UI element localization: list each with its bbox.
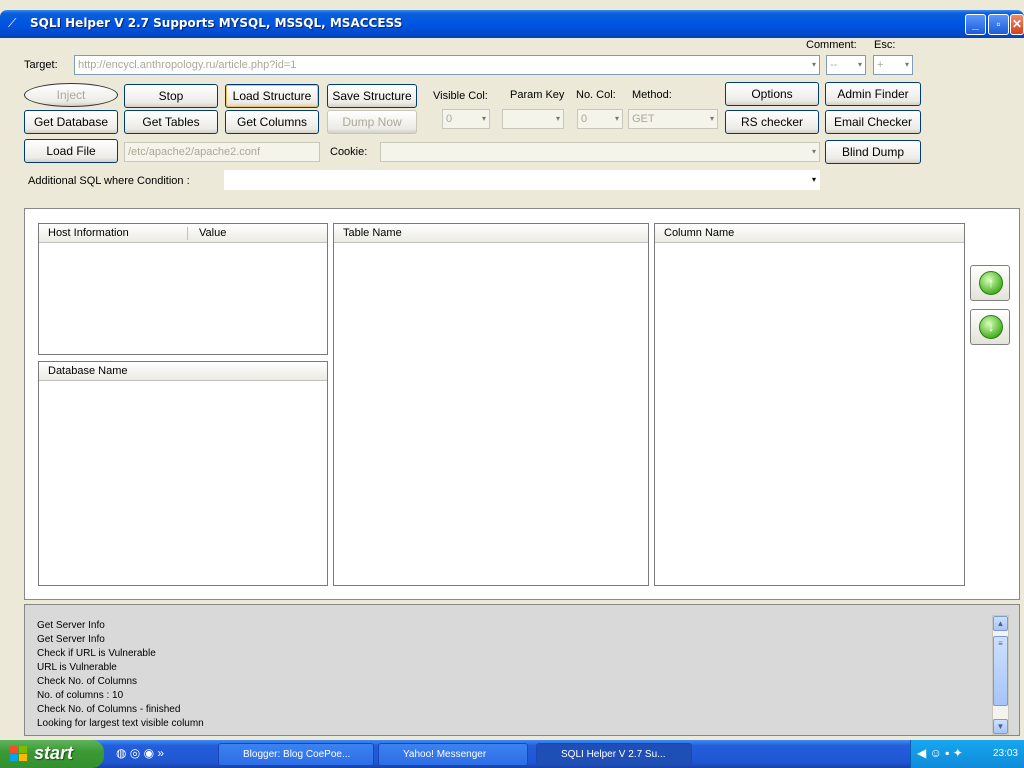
arrow-up-icon: ↑ [979, 271, 1003, 295]
load-structure-button[interactable]: Load Structure [225, 84, 319, 108]
get-database-button[interactable]: Get Database [24, 110, 118, 134]
database-name-header[interactable]: Database Name [39, 362, 327, 381]
inject-button[interactable]: Inject [24, 83, 118, 107]
database-list[interactable]: Database Name [38, 361, 328, 586]
admin-finder-button[interactable]: Admin Finder [825, 82, 921, 106]
blind-dump-button[interactable]: Blind Dump [825, 140, 921, 164]
stop-button[interactable]: Stop [124, 84, 218, 108]
table-name-header[interactable]: Table Name [334, 224, 648, 243]
tray-icons[interactable]: ◀ ☺ ▪ ✦ [917, 746, 963, 760]
host-info-col-header[interactable]: Host Information [48, 227, 129, 239]
task-blogger[interactable]: Blogger: Blog CoePoe... [218, 743, 374, 766]
esc-select[interactable]: + ▾ [873, 55, 913, 75]
cookie-input[interactable]: ▾ [380, 142, 820, 162]
chevron-down-icon: ▾ [811, 60, 816, 69]
close-icon[interactable]: ✕ [1010, 14, 1024, 35]
target-label: Target: [24, 59, 58, 71]
options-button[interactable]: Options [725, 82, 819, 106]
log-line: Get Server Info [37, 620, 105, 631]
move-down-button[interactable]: ↓ [970, 309, 1010, 345]
chevron-down-icon: ▾ [857, 60, 862, 69]
log-line: Looking for largest text visible column [37, 718, 204, 729]
method-select[interactable]: GET ▾ [628, 109, 718, 129]
get-columns-button[interactable]: Get Columns [225, 110, 319, 134]
save-structure-button[interactable]: Save Structure [327, 84, 417, 108]
load-file-button[interactable]: Load File [24, 139, 118, 163]
value-col-header[interactable]: Value [199, 224, 226, 242]
task-yahoo-messenger[interactable]: Yahoo! Messenger [378, 743, 528, 766]
scroll-up-icon[interactable]: ▲ [993, 616, 1008, 631]
quick-launch-icons[interactable]: ◍ ◎ ◉ » [116, 746, 164, 760]
get-tables-button[interactable]: Get Tables [124, 110, 218, 134]
email-checker-button[interactable]: Email Checker [825, 110, 921, 134]
column-list[interactable]: Column Name [654, 223, 965, 586]
log-line: No. of columns : 10 [37, 690, 124, 701]
task-sqli-helper[interactable]: SQLI Helper V 2.7 Su... [536, 743, 692, 766]
sql-where-label: Additional SQL where Condition : [28, 175, 190, 187]
clock: 23:03 [992, 748, 1018, 759]
log-lines: Get Server Info Get Server Info Check if… [37, 619, 204, 731]
comment-label: Comment: [806, 39, 857, 51]
no-col-select[interactable]: 0 ▾ [577, 109, 623, 129]
dump-now-button[interactable]: Dump Now [327, 110, 417, 134]
log-line: Get Server Info [37, 634, 105, 645]
target-input[interactable]: http://encycl.anthropology.ru/article.ph… [74, 55, 820, 75]
chevron-down-icon: ▾ [904, 60, 909, 69]
maximize-icon[interactable]: ▫ [988, 14, 1009, 35]
chevron-down-icon: ▾ [614, 114, 619, 123]
log-panel[interactable]: Get Server Info Get Server Info Check if… [24, 604, 1020, 736]
rs-checker-button[interactable]: RS checker [725, 110, 819, 134]
system-tray: ◀ ☺ ▪ ✦ 23:03 [910, 740, 1024, 768]
host-info-header: Host Information Value [39, 224, 327, 243]
param-key-select[interactable]: ▾ [502, 109, 564, 129]
log-line: Check No. of Columns [37, 676, 138, 687]
minimize-icon[interactable]: _ [965, 14, 986, 35]
esc-label: Esc: [874, 39, 896, 51]
chevron-down-icon: ▾ [811, 147, 816, 156]
method-label: Method: [632, 89, 672, 101]
scroll-thumb[interactable]: ≡ [993, 636, 1008, 706]
visible-col-select[interactable]: 0 ▾ [442, 109, 490, 129]
table-list[interactable]: Table Name [333, 223, 649, 586]
chevron-down-icon: ▾ [481, 114, 486, 123]
load-file-path-input[interactable]: /etc/apache2/apache2.conf [124, 142, 320, 162]
log-line: URL is Vulnerable [37, 662, 117, 673]
param-key-label: Param Key [510, 89, 565, 101]
column-name-header[interactable]: Column Name [655, 224, 964, 243]
chevron-down-icon: ▾ [811, 175, 816, 184]
sql-where-input[interactable]: ▾ [224, 170, 820, 190]
move-up-button[interactable]: ↑ [970, 265, 1010, 301]
window-title: SQLI Helper V 2.7 Supports MYSQL, MSSQL,… [30, 16, 403, 30]
visible-col-label: Visible Col: [433, 90, 488, 102]
log-line: Check if URL is Vulnerable [37, 648, 156, 659]
chevron-down-icon: ▾ [555, 114, 560, 123]
no-col-label: No. Col: [576, 89, 616, 101]
results-panel: Host Information Value Database Name Tab… [24, 208, 1020, 600]
arrow-down-icon: ↓ [979, 315, 1003, 339]
app-icon: ⟋ [8, 16, 17, 30]
host-info-list[interactable]: Host Information Value [38, 223, 328, 355]
cookie-label: Cookie: [330, 146, 368, 158]
chevron-down-icon: ▾ [709, 114, 714, 123]
windows-logo-icon [10, 746, 27, 761]
column-separator [187, 227, 188, 240]
scroll-down-icon[interactable]: ▼ [993, 719, 1008, 734]
comment-select[interactable]: -- ▾ [826, 55, 866, 75]
log-scrollbar[interactable]: ▲ ≡ ▼ [992, 615, 1009, 735]
log-line: Check No. of Columns - finished [37, 704, 181, 715]
